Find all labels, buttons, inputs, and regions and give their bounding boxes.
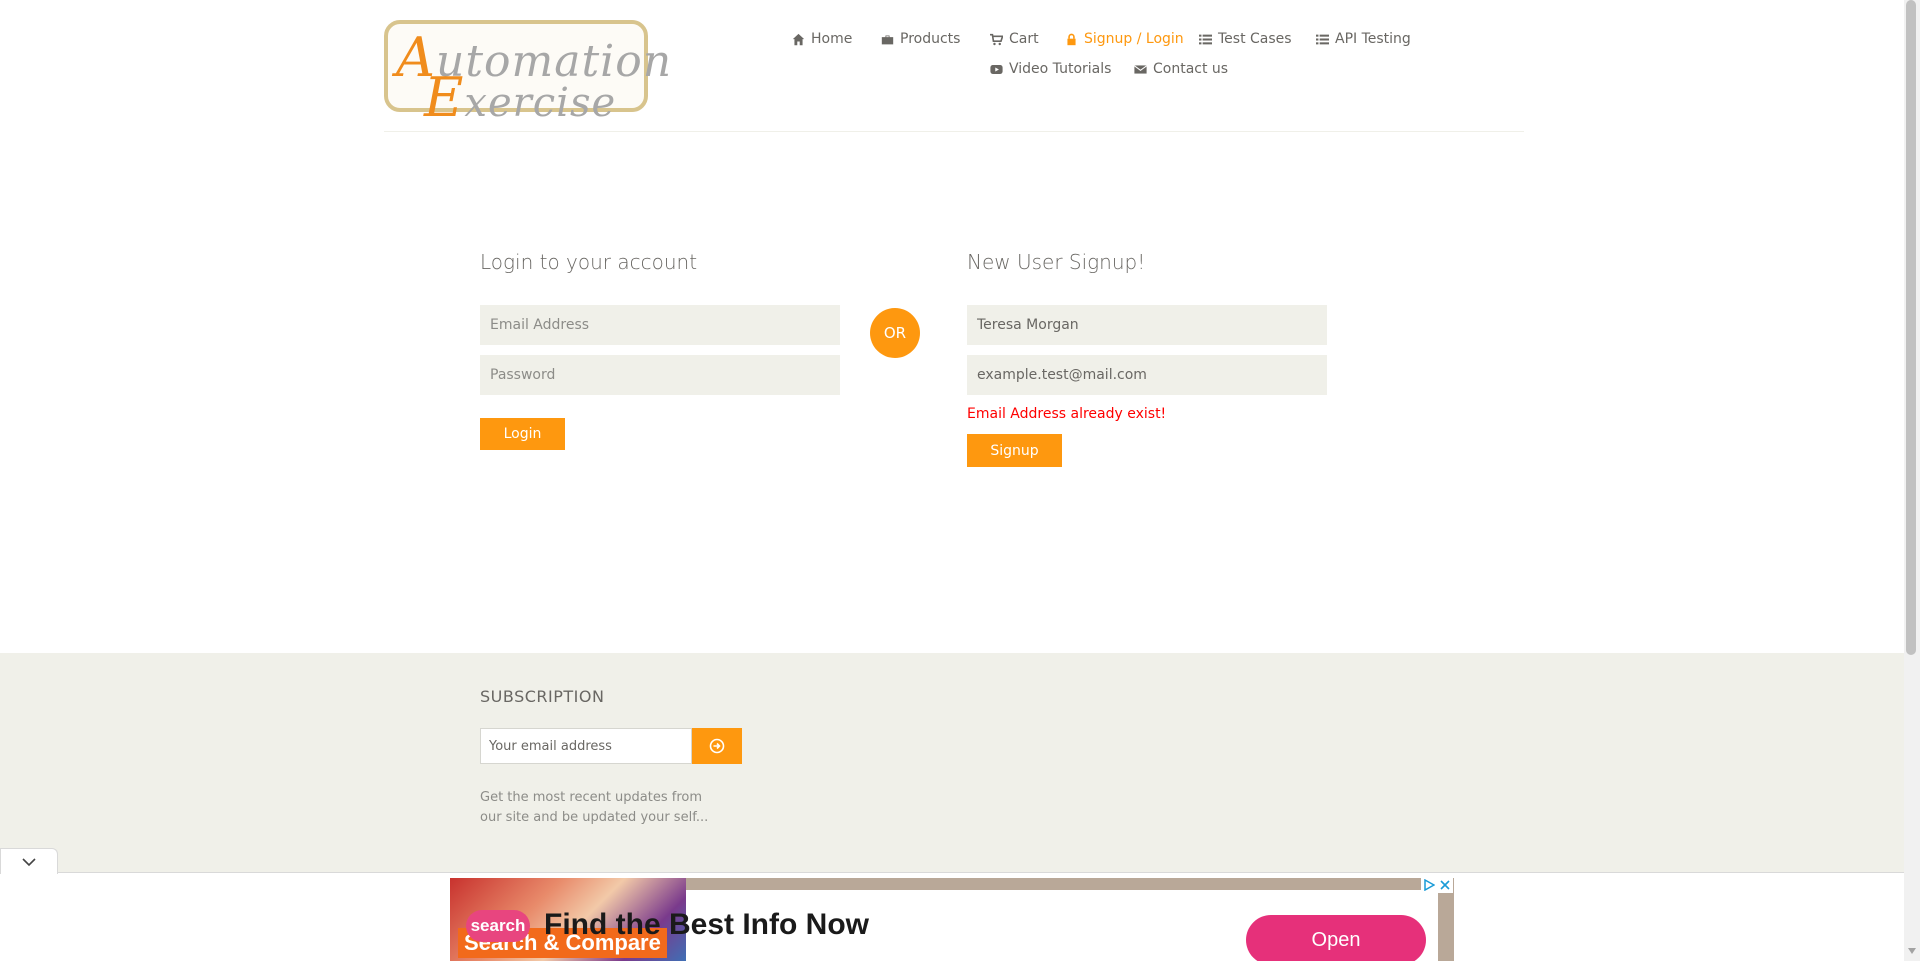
lock-icon — [1067, 33, 1076, 45]
site-logo[interactable]: Automation Exercise — [384, 20, 671, 129]
caret-down-icon — [1908, 948, 1916, 954]
subscription-title: SUBSCRIPTION — [480, 687, 605, 706]
nav-home[interactable]: Home — [792, 31, 852, 47]
subscription-description: Get the most recent updates from our sit… — [480, 790, 709, 825]
ad-choices[interactable] — [1421, 877, 1453, 893]
nav-home-label: Home — [811, 31, 853, 47]
ad-info-icon[interactable] — [1423, 879, 1435, 891]
nav-video-tutorials[interactable]: Video Tutorials — [990, 61, 1111, 77]
login-email-input[interactable] — [480, 305, 840, 345]
signup-error-message: Email Address already exist! — [967, 406, 1167, 422]
nav-api-testing[interactable]: API Testing — [1316, 31, 1411, 47]
list-icon — [1199, 34, 1212, 44]
home-icon — [792, 33, 805, 45]
nav-contact-us-label: Contact us — [1153, 61, 1229, 77]
header-divider — [384, 131, 1524, 132]
signup-title: New User Signup! — [967, 250, 1146, 274]
login-password-input[interactable] — [480, 355, 840, 395]
nav-products-label: Products — [900, 31, 961, 47]
logo-line-2: xercise — [464, 80, 617, 126]
signup-button[interactable]: Signup — [967, 434, 1062, 467]
nav-signup-login[interactable]: Signup / Login — [1065, 31, 1184, 47]
login-button[interactable]: Login — [480, 418, 565, 450]
close-icon[interactable] — [1439, 879, 1451, 891]
chevron-down-icon — [22, 857, 36, 866]
ad-logo: search — [466, 910, 530, 942]
nav-contact-us[interactable]: Contact us — [1134, 61, 1228, 77]
nav-products[interactable]: Products — [881, 31, 960, 47]
arrow-circle-right-icon — [709, 738, 725, 754]
ad-collapse-button[interactable] — [0, 848, 58, 874]
nav-test-cases-label: Test Cases — [1218, 31, 1292, 47]
scrollbar-thumb[interactable] — [1906, 0, 1916, 655]
nav-test-cases[interactable]: Test Cases — [1199, 31, 1292, 47]
nav-cart[interactable]: Cart — [990, 31, 1039, 47]
login-title: Login to your account — [480, 250, 698, 274]
logo-cap-e: E — [424, 66, 465, 129]
nav-cart-label: Cart — [1009, 31, 1039, 47]
subscription-email-input[interactable] — [480, 728, 692, 764]
nav-signup-login-label: Signup / Login — [1084, 31, 1184, 47]
cart-icon — [990, 33, 1003, 45]
signup-name-input[interactable] — [967, 305, 1327, 345]
ad-creative[interactable]: Search & Compare search Find the Best In… — [450, 878, 1454, 961]
envelope-icon — [1134, 64, 1147, 74]
scroll-down-arrow[interactable] — [1905, 944, 1919, 958]
ad-headline: Find the Best Info Now — [544, 908, 869, 941]
youtube-icon — [990, 64, 1003, 74]
ad-open-button[interactable]: Open — [1246, 915, 1426, 961]
nav-video-tutorials-label: Video Tutorials — [1009, 61, 1112, 77]
subscribe-button[interactable] — [692, 728, 742, 764]
page: Automation Exercise Home Products Cart S… — [0, 0, 1920, 961]
list-icon — [1316, 34, 1329, 44]
or-divider-badge: OR — [870, 308, 920, 358]
signup-email-input[interactable] — [967, 355, 1327, 395]
briefcase-icon — [881, 34, 894, 44]
nav-api-testing-label: API Testing — [1335, 31, 1411, 47]
